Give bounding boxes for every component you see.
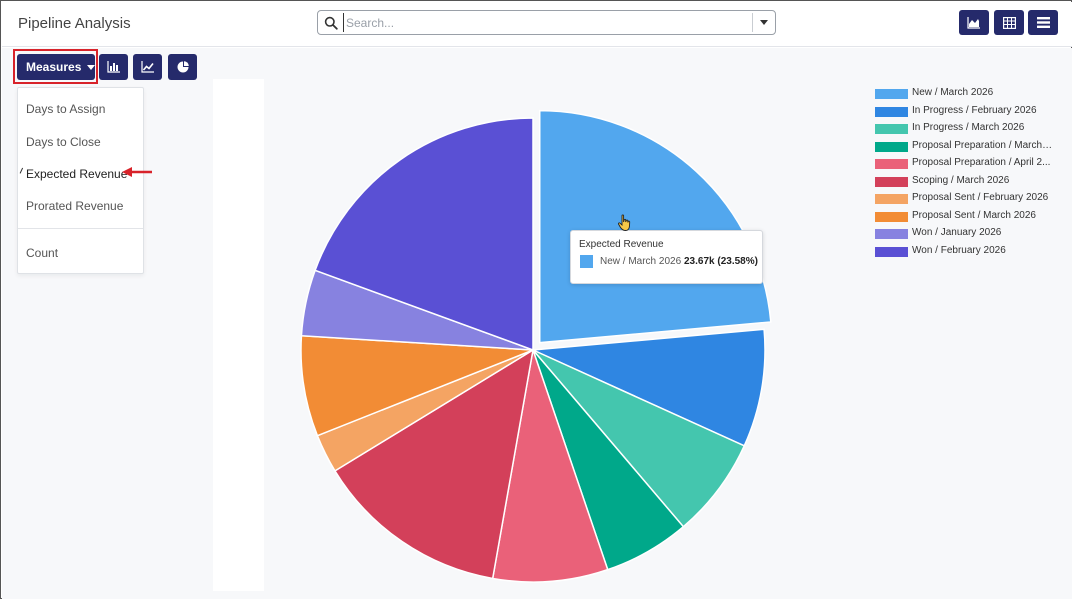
legend-label: In Progress / February 2026 bbox=[912, 104, 1037, 116]
chart-background-strip bbox=[213, 79, 264, 591]
app-header: Pipeline Analysis bbox=[2, 2, 1072, 47]
pie-chart-icon bbox=[177, 61, 189, 73]
pie-slice[interactable] bbox=[538, 109, 772, 344]
legend-label: Proposal Preparation / March 2... bbox=[912, 139, 1054, 151]
legend-label: Proposal Sent / March 2026 bbox=[912, 209, 1036, 221]
legend-label: Proposal Sent / February 2026 bbox=[912, 192, 1049, 203]
legend-color-swatch bbox=[875, 124, 908, 134]
search-input[interactable] bbox=[343, 13, 743, 32]
legend-item[interactable]: Proposal Preparation / March 2... bbox=[875, 140, 1065, 154]
line-chart-button[interactable] bbox=[133, 54, 162, 80]
legend-label: New / March 2026 bbox=[912, 87, 994, 98]
measure-option-prorated-revenue[interactable]: Prorated Revenue bbox=[26, 199, 123, 213]
area-chart-view-button[interactable] bbox=[959, 10, 989, 35]
legend-label: Won / February 2026 bbox=[912, 244, 1006, 256]
page-title: Pipeline Analysis bbox=[18, 15, 131, 32]
legend-color-swatch bbox=[875, 211, 908, 222]
measure-option-expected-revenue[interactable]: Expected Revenue bbox=[26, 167, 127, 181]
table-grid-icon bbox=[1002, 16, 1016, 29]
legend-color-swatch bbox=[875, 194, 908, 204]
legend-color-swatch bbox=[875, 246, 908, 257]
legend-item[interactable]: Proposal Sent / February 2026 bbox=[875, 192, 1065, 206]
measures-button-label: Measures bbox=[26, 60, 82, 74]
hand-pointer-icon bbox=[617, 214, 631, 231]
bar-chart-button[interactable] bbox=[99, 54, 128, 80]
legend-item[interactable]: In Progress / March 2026 bbox=[875, 122, 1065, 136]
line-chart-icon bbox=[140, 61, 154, 73]
dropdown-divider bbox=[18, 228, 143, 229]
pivot-table-view-button[interactable] bbox=[994, 10, 1024, 35]
search-box[interactable] bbox=[317, 10, 776, 35]
tooltip-value: 23.67k (23.58%) bbox=[684, 256, 758, 267]
legend-color-swatch bbox=[875, 141, 908, 152]
measures-button[interactable]: Measures bbox=[17, 54, 96, 80]
legend-item[interactable]: New / March 2026 bbox=[875, 87, 1065, 101]
measure-option-count[interactable]: Count bbox=[26, 246, 58, 260]
measure-option-days-to-close[interactable]: Days to Close bbox=[26, 135, 101, 149]
legend-item[interactable]: Scoping / March 2026 bbox=[875, 175, 1065, 189]
legend-label: Proposal Preparation / April 2... bbox=[912, 157, 1051, 168]
legend-item[interactable]: Proposal Preparation / April 2... bbox=[875, 157, 1065, 171]
measure-option-days-to-assign[interactable]: Days to Assign bbox=[26, 102, 105, 116]
legend-item[interactable]: Won / February 2026 bbox=[875, 245, 1065, 259]
pie-chart[interactable] bbox=[263, 87, 803, 597]
measures-dropdown: Days to Assign Days to Close Expected Re… bbox=[17, 87, 144, 274]
chart-tooltip: Expected Revenue New / March 2026 23.67k… bbox=[570, 230, 763, 284]
legend-color-swatch bbox=[875, 229, 908, 239]
tooltip-title: Expected Revenue bbox=[579, 239, 664, 250]
legend-label: Scoping / March 2026 bbox=[912, 174, 1010, 186]
legend-label: Won / January 2026 bbox=[912, 227, 1002, 238]
legend-color-swatch bbox=[875, 106, 908, 117]
area-chart-icon bbox=[967, 16, 980, 29]
list-view-button[interactable] bbox=[1028, 10, 1058, 35]
caret-down-icon bbox=[87, 64, 96, 70]
tooltip-color-swatch bbox=[580, 255, 593, 268]
legend-label: In Progress / March 2026 bbox=[912, 122, 1025, 133]
search-options-chevron-icon[interactable] bbox=[760, 20, 768, 25]
search-icon bbox=[324, 16, 338, 30]
legend-color-swatch bbox=[875, 159, 908, 169]
search-divider bbox=[752, 13, 753, 32]
legend-item[interactable]: Won / January 2026 bbox=[875, 227, 1065, 241]
bar-chart-icon bbox=[106, 61, 120, 73]
legend-color-swatch bbox=[875, 176, 908, 187]
legend-item[interactable]: Proposal Sent / March 2026 bbox=[875, 210, 1065, 224]
annotation-arrow-icon bbox=[122, 167, 152, 177]
tooltip-series-label: New / March 2026 bbox=[600, 256, 682, 267]
legend-color-swatch bbox=[875, 89, 908, 99]
list-icon bbox=[1036, 17, 1050, 28]
pie-chart-button[interactable] bbox=[168, 54, 197, 80]
legend-item[interactable]: In Progress / February 2026 bbox=[875, 105, 1065, 119]
app-frame: Pipeline Analysis Search... Measures Day… bbox=[0, 0, 1072, 599]
